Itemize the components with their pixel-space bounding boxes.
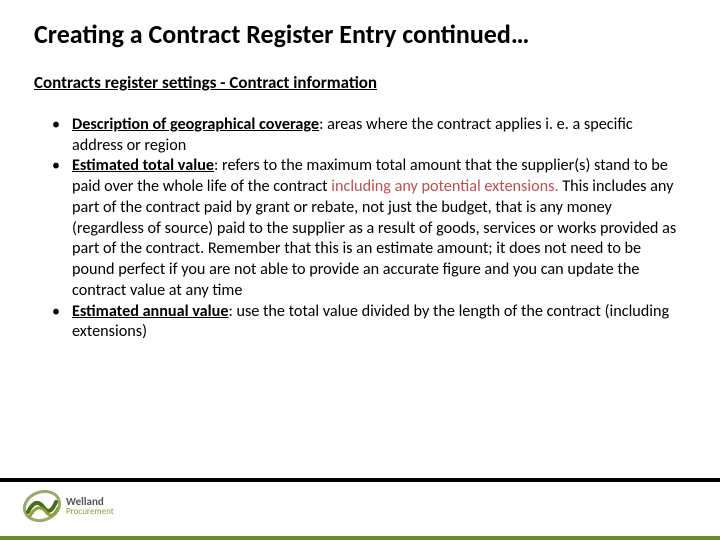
wave-icon (22, 486, 62, 526)
list-item: Description of geographical coverage: ar… (52, 115, 686, 156)
logo-line2: Procurement (66, 507, 114, 516)
list-item: Estimated annual value: use the total va… (52, 302, 686, 343)
section-heading: Contracts register settings - Contract i… (34, 72, 686, 93)
bullet-label: Estimated annual value (72, 302, 228, 321)
footer-body: Welland Procurement (0, 482, 720, 536)
page-title: Creating a Contract Register Entry conti… (34, 18, 686, 50)
bullet-label: Estimated total value (72, 156, 214, 175)
logo-text: Welland Procurement (66, 496, 114, 516)
footer-rule-bottom (0, 536, 720, 540)
bullet-list: Description of geographical coverage: ar… (34, 115, 686, 343)
list-item: Estimated total value: refers to the max… (52, 156, 686, 301)
footer: Welland Procurement (0, 478, 720, 540)
brand-logo: Welland Procurement (22, 486, 114, 526)
bullet-text-highlight: including any potential extensions. (331, 177, 558, 196)
slide: Creating a Contract Register Entry conti… (0, 0, 720, 540)
bullet-label: Description of geographical coverage (72, 115, 319, 134)
